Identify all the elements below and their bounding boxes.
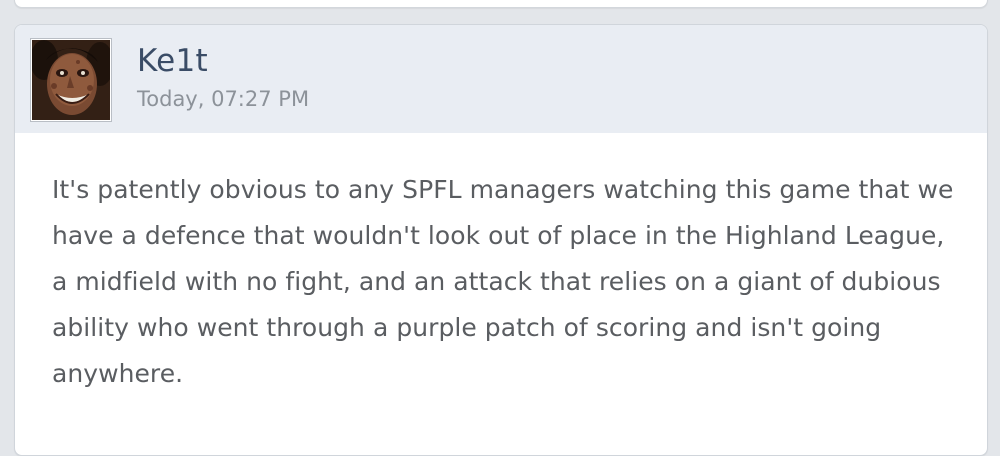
post-author-name[interactable]: Ke1t [137,43,208,79]
post-body-text: It's patently obvious to any SPFL manage… [52,175,954,388]
previous-post-card [14,0,988,8]
post-timestamp: Today, 07:27 PM [137,87,310,111]
avatar[interactable] [30,38,112,122]
post-card: Ke1t Today, 07:27 PM It's patently obvio… [14,24,988,456]
user-avatar-icon [32,40,110,120]
post-body: It's patently obvious to any SPFL manage… [15,133,987,397]
post-header: Ke1t Today, 07:27 PM [15,25,987,133]
